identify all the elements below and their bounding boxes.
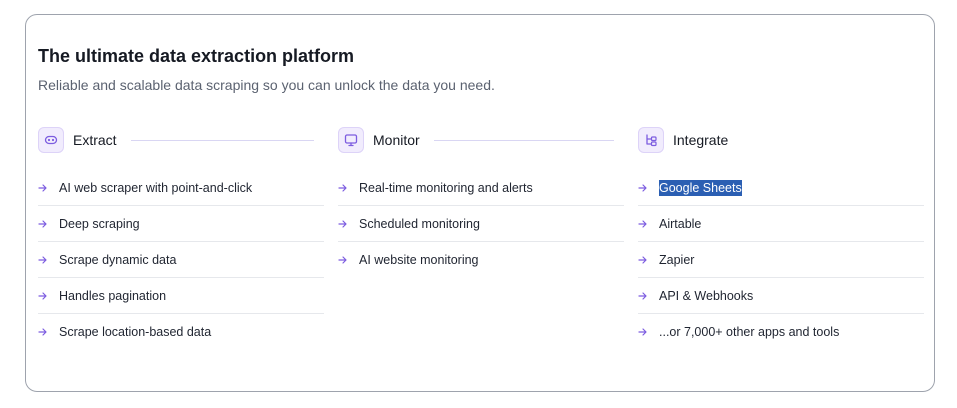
list-item[interactable]: API & Webhooks <box>638 278 924 314</box>
list-item[interactable]: Airtable <box>638 206 924 242</box>
arrow-right-icon <box>638 219 650 229</box>
page-subtitle: Reliable and scalable data scraping so y… <box>38 77 495 93</box>
arrow-right-icon <box>338 219 350 229</box>
integrate-label: Integrate <box>673 132 729 148</box>
monitor-header: Monitor <box>338 125 624 155</box>
list-item[interactable]: Scrape dynamic data <box>38 242 324 278</box>
list-item-label: Handles pagination <box>59 288 167 303</box>
list-item-label: Scheduled monitoring <box>359 216 480 231</box>
list-item-label: ...or 7,000+ other apps and tools <box>659 325 840 339</box>
list-item[interactable]: AI website monitoring <box>338 242 624 278</box>
list-item[interactable]: Deep scraping <box>38 206 324 242</box>
list-item[interactable]: ...or 7,000+ other apps and tools <box>638 314 924 350</box>
list-item[interactable]: Handles pagination <box>38 278 324 314</box>
extract-column: Extract AI web scraper with point-and-cl… <box>38 125 324 350</box>
arrow-right-icon <box>38 183 50 193</box>
list-item[interactable]: Zapier <box>638 242 924 278</box>
list-item[interactable]: Google Sheets <box>638 170 924 206</box>
list-item-label: Real-time monitoring and alerts <box>359 180 533 195</box>
monitor-list: Real-time monitoring and alerts Schedule… <box>338 170 624 278</box>
arrow-right-icon <box>38 291 50 301</box>
list-item-label: Scrape dynamic data <box>59 252 177 267</box>
arrow-right-icon <box>38 219 50 229</box>
monitor-column: Monitor Real-time monitoring and alerts … <box>338 125 624 278</box>
arrow-right-icon <box>638 291 650 301</box>
integrate-column: Integrate Google Sheets Airtable Zapier … <box>638 125 924 350</box>
list-item[interactable]: AI web scraper with point-and-click <box>38 170 324 206</box>
list-item-label-selected: Google Sheets <box>659 179 742 196</box>
integrate-header: Integrate <box>638 125 924 155</box>
list-item-label: Deep scraping <box>59 216 140 231</box>
extract-label: Extract <box>73 132 117 148</box>
list-item-label: Zapier <box>659 252 695 267</box>
list-item-label: Scrape location-based data <box>59 325 212 339</box>
list-item-label: AI web scraper with point-and-click <box>59 180 253 195</box>
page-title: The ultimate data extraction platform <box>38 46 355 66</box>
list-item[interactable]: Scheduled monitoring <box>338 206 624 242</box>
monitor-icon <box>338 127 364 153</box>
robot-icon <box>38 127 64 153</box>
list-item-label: Airtable <box>659 216 702 231</box>
list-item-label: API & Webhooks <box>659 288 754 303</box>
list-item[interactable]: Real-time monitoring and alerts <box>338 170 624 206</box>
list-item[interactable]: Scrape location-based data <box>38 314 324 350</box>
extract-divider <box>130 139 314 141</box>
monitor-label: Monitor <box>373 132 420 148</box>
extract-header: Extract <box>38 125 324 155</box>
arrow-right-icon <box>338 183 350 193</box>
arrow-right-icon <box>38 327 50 337</box>
feature-card: The ultimate data extraction platform Re… <box>25 14 935 392</box>
arrow-right-icon <box>638 183 650 193</box>
extract-list: AI web scraper with point-and-click Deep… <box>38 170 324 350</box>
integration-icon <box>638 127 664 153</box>
arrow-right-icon <box>638 255 650 265</box>
integrate-list: Google Sheets Airtable Zapier API & Webh… <box>638 170 924 350</box>
monitor-divider <box>433 139 614 141</box>
arrow-right-icon <box>38 255 50 265</box>
arrow-right-icon <box>638 327 650 337</box>
arrow-right-icon <box>338 255 350 265</box>
list-item-label: AI website monitoring <box>359 253 479 267</box>
